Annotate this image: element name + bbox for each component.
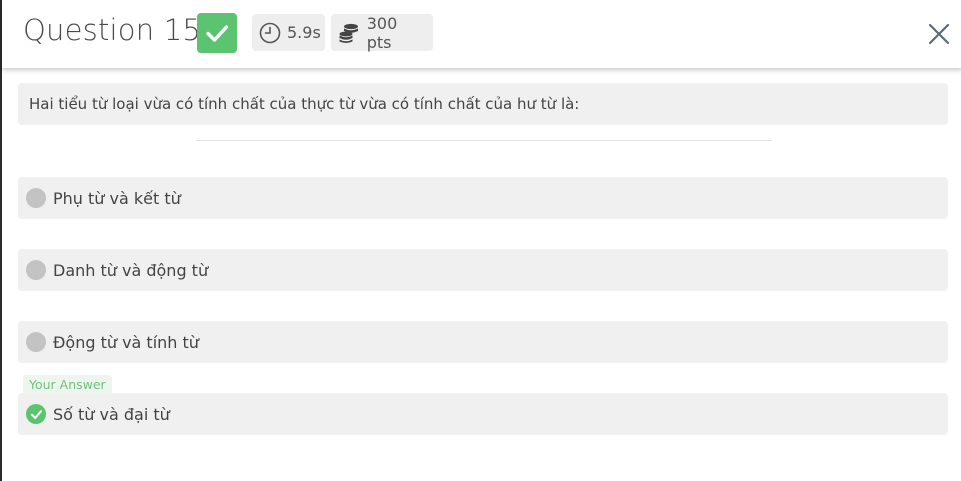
check-circle-icon bbox=[26, 404, 46, 424]
answer-option[interactable]: Động từ và tính từ bbox=[18, 321, 948, 363]
answer-option[interactable]: Phụ từ và kết từ bbox=[18, 177, 948, 219]
clock-icon bbox=[259, 21, 281, 45]
time-chip: 5.9s bbox=[252, 14, 325, 51]
radio-icon bbox=[26, 260, 46, 280]
answer-option-selected[interactable]: Số từ và đại từ bbox=[18, 393, 948, 435]
question-text-box: Hai tiểu từ loại vừa có tính chất của th… bbox=[18, 83, 948, 125]
coins-icon bbox=[338, 21, 361, 45]
points-chip: 300 pts bbox=[331, 13, 433, 52]
close-button[interactable] bbox=[923, 18, 955, 50]
time-label: 5.9s bbox=[287, 23, 321, 42]
points-label: 300 pts bbox=[366, 13, 398, 52]
quiz-review-panel: Question 15 5.9s 300 pts Hai tiểu từ loạ… bbox=[0, 0, 961, 481]
question-text: Hai tiểu từ loại vừa có tính chất của th… bbox=[29, 95, 580, 113]
answer-option-label: Số từ và đại từ bbox=[53, 404, 170, 424]
your-answer-tag: Your Answer bbox=[23, 375, 112, 394]
radio-icon bbox=[26, 332, 46, 352]
divider bbox=[196, 140, 772, 141]
check-icon bbox=[206, 25, 229, 42]
radio-icon bbox=[26, 188, 46, 208]
question-header: Question 15 5.9s 300 pts bbox=[2, 0, 961, 68]
answer-option-label: Phụ từ và kết từ bbox=[53, 188, 181, 208]
close-icon bbox=[928, 23, 950, 45]
correct-badge bbox=[197, 13, 237, 53]
answer-option-label: Động từ và tính từ bbox=[53, 332, 199, 352]
answer-option[interactable]: Danh từ và động từ bbox=[18, 249, 948, 291]
answer-option-label: Danh từ và động từ bbox=[53, 260, 209, 280]
question-title: Question 15 bbox=[23, 13, 202, 47]
